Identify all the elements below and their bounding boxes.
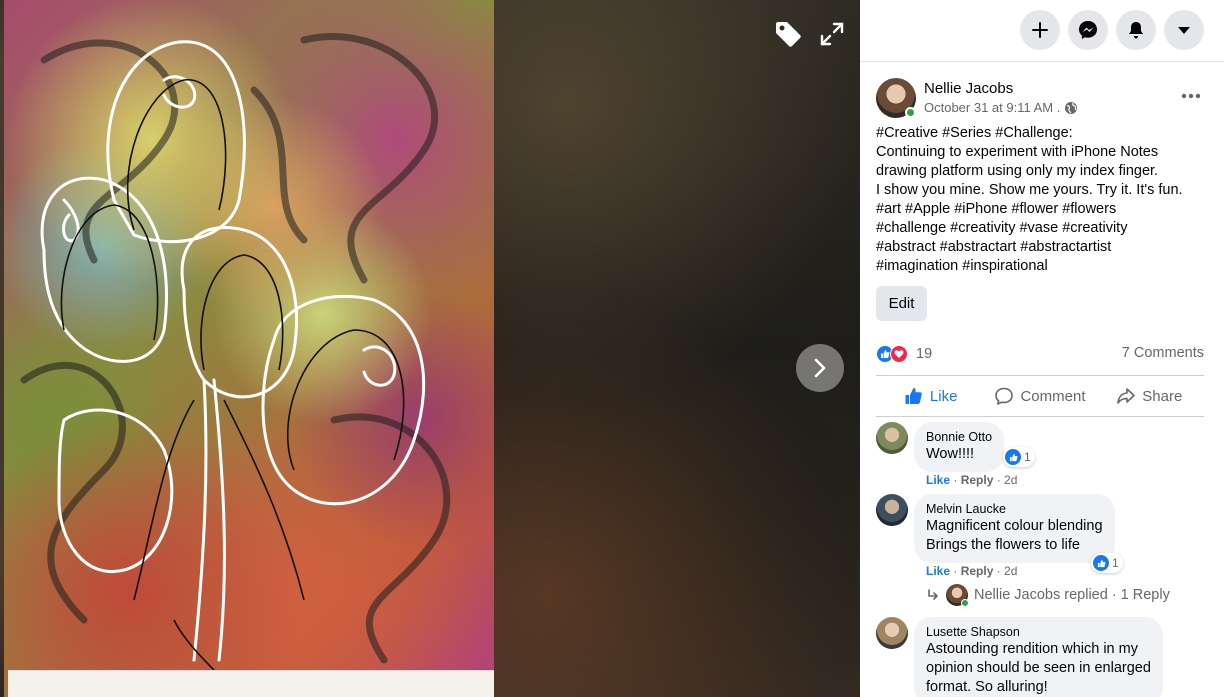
- comment-reactions[interactable]: 1: [1091, 553, 1123, 573]
- messenger-button[interactable]: [1068, 10, 1108, 50]
- share-button[interactable]: Share: [1095, 377, 1204, 415]
- top-navigation: [860, 0, 1224, 62]
- globe-icon: [1065, 101, 1078, 114]
- commenter-avatar[interactable]: [876, 617, 908, 649]
- flower-drawing: [20, 33, 450, 671]
- comment-label: Comment: [1020, 387, 1086, 405]
- comment-like-link[interactable]: Like: [926, 564, 950, 578]
- post-text-line: #Creative #Series #Challenge:: [876, 125, 1073, 141]
- chevron-right-icon: [814, 358, 826, 378]
- comment-text: Wow!!!!: [926, 446, 975, 462]
- like-button[interactable]: Like: [876, 377, 985, 415]
- like-label: Like: [929, 387, 958, 405]
- post-text-line: #art #Apple #iPhone #flower #flowers: [876, 201, 1117, 217]
- comment-text: Magnificent colour blending: [926, 518, 1103, 534]
- online-status-dot: [905, 107, 916, 118]
- comment-age: 2d: [1004, 473, 1018, 487]
- view-replies-link[interactable]: Nellie Jacobs replied · 1 Reply: [926, 584, 1170, 607]
- post-text: #Creative #Series #Challenge: Continuing…: [876, 124, 1212, 276]
- online-status-dot: [961, 599, 969, 607]
- reaction-count: 19: [916, 346, 933, 362]
- post-actions: Like Comment Share: [876, 377, 1204, 415]
- like-reaction-icon: [1093, 555, 1109, 571]
- author-name[interactable]: Nellie Jacobs: [924, 80, 1013, 97]
- commenter-name[interactable]: Melvin Laucke: [926, 501, 1103, 517]
- comment-age: 2d: [1004, 564, 1018, 578]
- next-photo-button[interactable]: [796, 344, 844, 392]
- post-text-line: I show you mine. Show me yours. Try it. …: [876, 182, 1183, 198]
- comment-reaction-count: 1: [1024, 450, 1031, 464]
- tag-icon: [776, 22, 801, 47]
- comments-count-link[interactable]: 7 Comments: [1122, 345, 1204, 361]
- create-button[interactable]: [1020, 10, 1060, 50]
- comment-text: Brings the flowers to life: [926, 537, 1080, 553]
- post-text-line: drawing platform using only my index fin…: [876, 163, 1159, 179]
- comment-bubble: Melvin Laucke Magnificent colour blendin…: [914, 494, 1115, 563]
- share-label: Share: [1142, 387, 1183, 405]
- plus-icon: [1032, 22, 1048, 38]
- notes-toolbar: [8, 670, 494, 697]
- reactions-summary[interactable]: 19: [876, 342, 932, 366]
- post-timestamp[interactable]: October 31 at 9:11 AM .: [924, 100, 1060, 115]
- artwork-image[interactable]: [4, 0, 494, 697]
- reply-arrow-icon: [928, 589, 938, 600]
- comment-text: format. So alluring!: [926, 679, 1048, 695]
- comment-bubble: Lusette Shapson Astounding rendition whi…: [914, 617, 1163, 697]
- comment-reactions[interactable]: 1: [1003, 447, 1035, 467]
- caret-down-icon: [1178, 27, 1190, 34]
- commenter-avatar[interactable]: [876, 494, 908, 526]
- notifications-button[interactable]: [1116, 10, 1156, 50]
- comment-reply-link[interactable]: Reply: [961, 564, 994, 578]
- tag-button[interactable]: [770, 16, 806, 52]
- post-meta: October 31 at 9:11 AM .: [924, 100, 1078, 115]
- post-panel: Nellie Jacobs October 31 at 9:11 AM . #C…: [860, 0, 1224, 697]
- account-menu-button[interactable]: [1164, 10, 1204, 50]
- post-text-line: #imagination #inspirational: [876, 258, 1048, 274]
- comment-text: Astounding rendition which in my: [926, 641, 1138, 657]
- thumbs-up-icon: [905, 388, 922, 404]
- fullscreen-button[interactable]: [814, 16, 850, 52]
- post-text-line: #abstract #abstractart #abstractartist: [876, 239, 1112, 255]
- comment-reaction-count: 1: [1112, 556, 1119, 570]
- comment-icon: [995, 387, 1014, 405]
- divider: [876, 375, 1204, 376]
- like-reaction-icon: [1005, 449, 1021, 465]
- messenger-icon: [1079, 21, 1097, 39]
- commenter-name[interactable]: Lusette Shapson: [926, 624, 1151, 640]
- edit-button[interactable]: Edit: [876, 286, 927, 321]
- replied-text: Nellie Jacobs replied · 1 Reply: [974, 587, 1170, 603]
- comment-like-link[interactable]: Like: [926, 473, 950, 487]
- expand-icon: [820, 22, 844, 46]
- comment-text: opinion should be seen in enlarged: [926, 660, 1151, 676]
- comment-actions: Like · Reply · 2d: [926, 564, 1018, 578]
- share-icon: [1117, 388, 1136, 404]
- comment-actions: Like · Reply · 2d: [926, 473, 1018, 487]
- photo-viewer: [0, 0, 860, 697]
- comment-button[interactable]: Comment: [985, 377, 1094, 415]
- commenter-name[interactable]: Bonnie Otto: [926, 429, 992, 445]
- comment-bubble: Bonnie Otto Wow!!!!: [914, 422, 1005, 472]
- love-reaction-icon: [890, 345, 908, 363]
- commenter-avatar[interactable]: [876, 422, 908, 454]
- post-options-button[interactable]: [1176, 84, 1206, 108]
- post-text-line: Continuing to experiment with iPhone Not…: [876, 144, 1159, 160]
- comment-reply-link[interactable]: Reply: [961, 473, 994, 487]
- post-text-line: #challenge #creativity #vase #creativity: [876, 220, 1128, 236]
- bell-icon: [1129, 22, 1143, 39]
- post-header: Nellie Jacobs October 31 at 9:11 AM .: [876, 78, 1206, 120]
- divider: [876, 416, 1204, 417]
- reply-author-avatar: [946, 584, 969, 607]
- more-icon: [1181, 93, 1201, 99]
